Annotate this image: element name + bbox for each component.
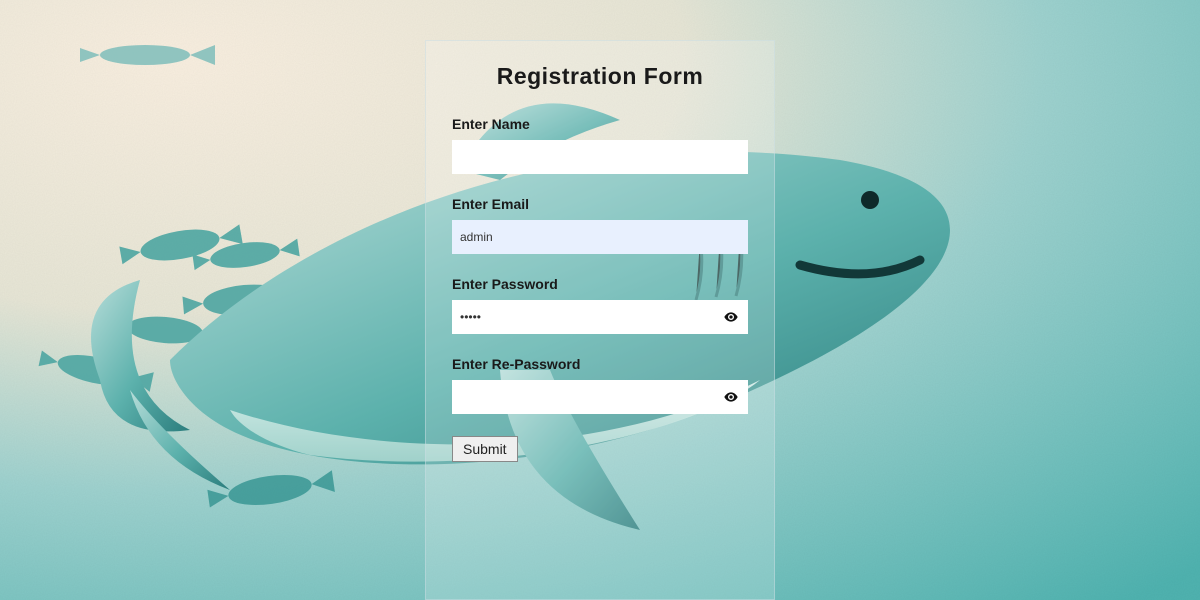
registration-form-card: Registration Form Enter Name Enter Email… [425, 40, 775, 600]
name-input[interactable] [452, 140, 748, 174]
name-field-group: Enter Name [452, 116, 748, 174]
email-input[interactable] [452, 220, 748, 254]
repassword-input[interactable] [452, 380, 748, 414]
submit-button[interactable]: Submit [452, 436, 518, 462]
password-label: Enter Password [452, 276, 748, 292]
email-label: Enter Email [452, 196, 748, 212]
name-label: Enter Name [452, 116, 748, 132]
email-field-group: Enter Email [452, 196, 748, 254]
repassword-label: Enter Re-Password [452, 356, 748, 372]
repassword-field-group: Enter Re-Password [452, 356, 748, 414]
password-field-group: Enter Password [452, 276, 748, 334]
eye-icon[interactable] [722, 308, 740, 326]
password-input[interactable] [452, 300, 748, 334]
form-title: Registration Form [452, 63, 748, 90]
eye-icon[interactable] [722, 388, 740, 406]
